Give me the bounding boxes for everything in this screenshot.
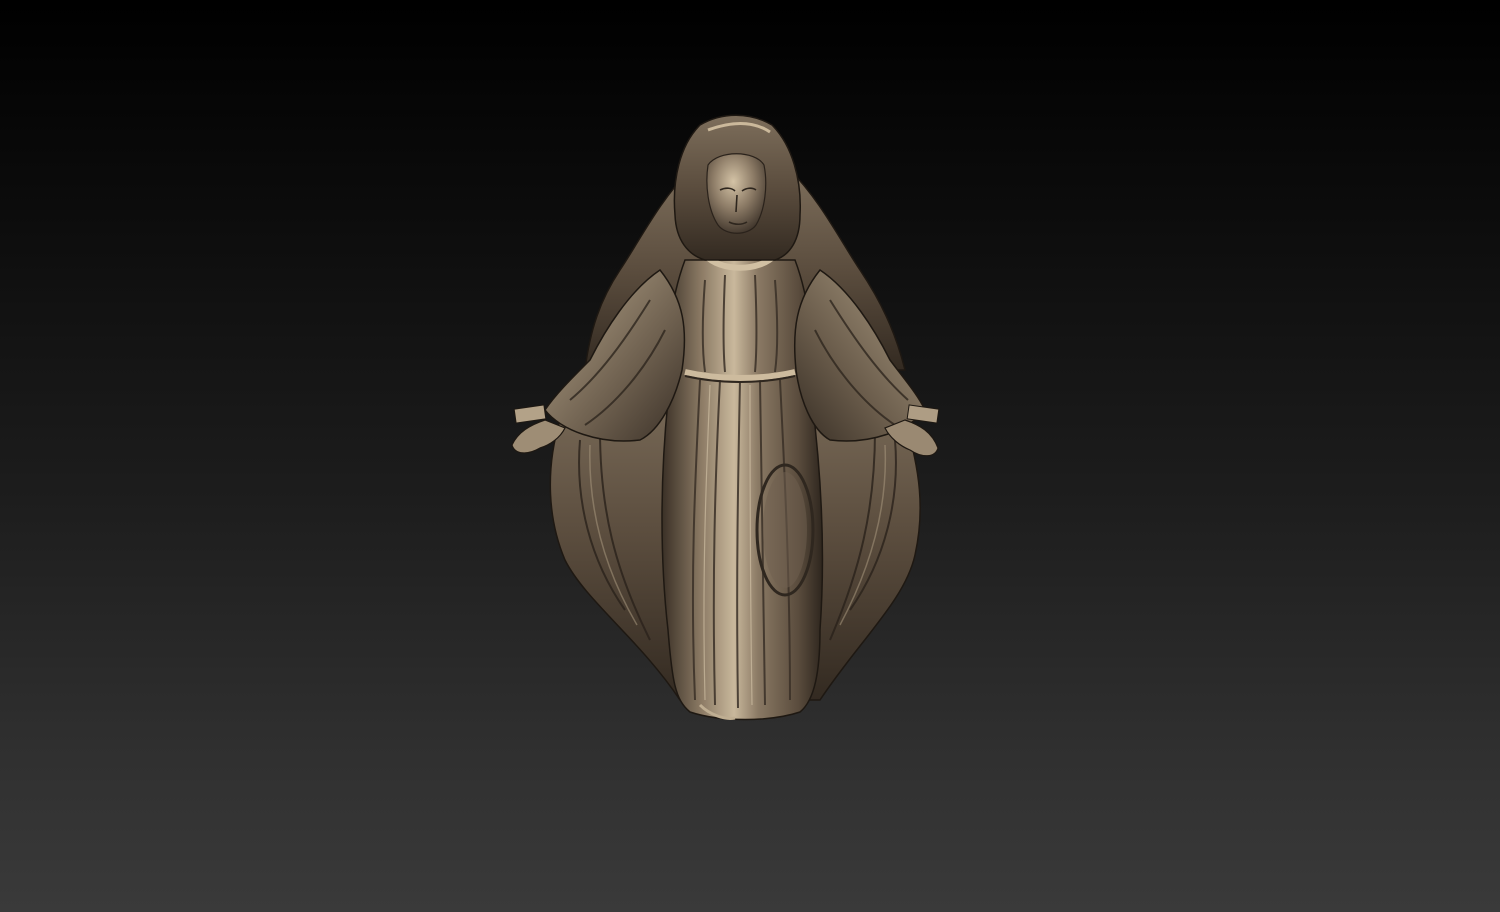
madonna-relief-sculpture	[511, 114, 940, 721]
render-viewport	[0, 0, 1500, 912]
